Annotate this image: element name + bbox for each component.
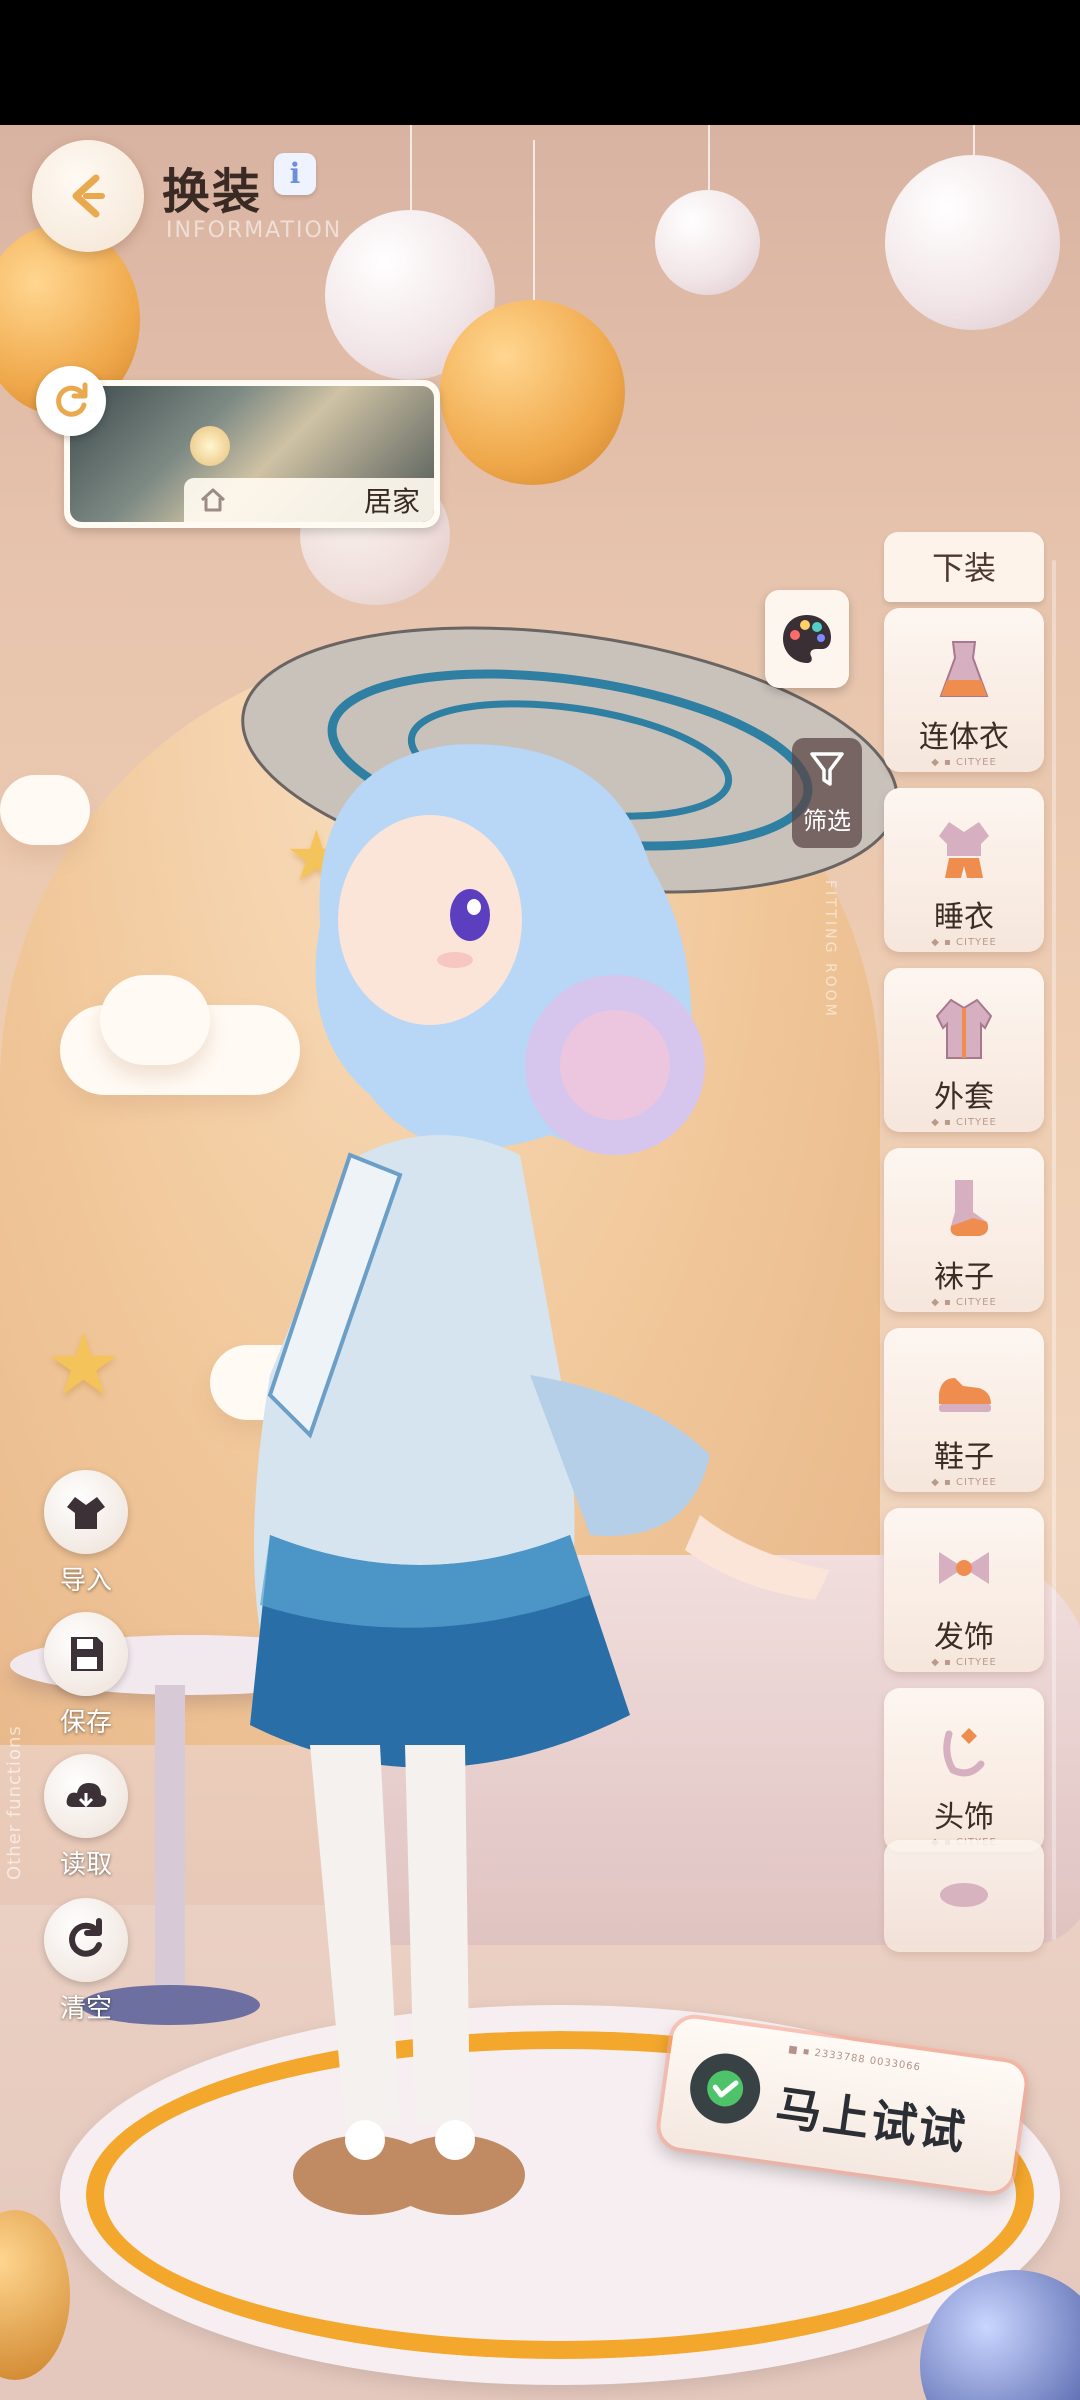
scene-selector-card[interactable]: 居家 bbox=[64, 380, 440, 528]
shoe-icon bbox=[939, 1378, 991, 1412]
other-functions-caption: Other functions bbox=[4, 1725, 25, 1880]
pajamas-icon bbox=[939, 822, 989, 878]
category-item-headwear[interactable]: 头饰 ◆ ▪ CITYEE bbox=[884, 1688, 1044, 1852]
import-label: 导入 bbox=[59, 1566, 112, 1596]
try-tag: ■ ▪ 2333788 0033066 bbox=[787, 2043, 922, 2074]
scene-label: 居家 bbox=[363, 485, 420, 518]
try-now-label: 马上试试 bbox=[772, 2080, 970, 2161]
category-label: 头饰 bbox=[934, 1800, 994, 1835]
coat-icon bbox=[935, 998, 993, 1059]
hanging-ball bbox=[440, 140, 625, 485]
scene-label-bar: 居家 bbox=[184, 478, 434, 522]
refresh-scene-button[interactable] bbox=[36, 366, 106, 436]
import-button[interactable]: 导入 bbox=[36, 1470, 136, 1597]
page-title: 换装 bbox=[162, 164, 263, 220]
filter-icon bbox=[810, 752, 844, 786]
category-tag: ◆ ▪ CITYEE bbox=[931, 1477, 997, 1488]
home-icon bbox=[200, 488, 226, 512]
load-icon bbox=[44, 1754, 128, 1838]
back-button[interactable] bbox=[32, 140, 144, 252]
cloud-decoration bbox=[100, 975, 210, 1065]
headwear-icon bbox=[943, 1728, 985, 1777]
clear-button[interactable]: 清空 bbox=[36, 1898, 136, 2025]
partial-icon bbox=[940, 1883, 988, 1907]
side-table-leg bbox=[155, 1685, 185, 2005]
category-item-socks[interactable]: 袜子 ◆ ▪ CITYEE bbox=[884, 1148, 1044, 1312]
load-button[interactable]: 读取 bbox=[36, 1754, 136, 1881]
color-palette-button[interactable] bbox=[765, 590, 849, 688]
category-label: 发饰 bbox=[934, 1620, 994, 1655]
check-icon bbox=[685, 2048, 765, 2129]
page-subtitle: INFORMATION bbox=[166, 218, 343, 243]
category-item-coat[interactable]: 外套 ◆ ▪ CITYEE bbox=[884, 968, 1044, 1132]
import-icon bbox=[44, 1470, 128, 1554]
category-label: 睡衣 bbox=[934, 900, 994, 935]
save-label: 保存 bbox=[59, 1708, 112, 1738]
category-label: 连体衣 bbox=[919, 720, 1009, 755]
clear-icon bbox=[44, 1898, 128, 1982]
clear-label: 清空 bbox=[59, 1994, 112, 2024]
category-tag: ◆ ▪ CITYEE bbox=[931, 1117, 997, 1128]
category-label: 鞋子 bbox=[934, 1440, 994, 1475]
category-tag: ◆ ▪ CITYEE bbox=[931, 757, 997, 768]
cloud-decoration bbox=[0, 775, 90, 845]
star-decoration: ★ bbox=[45, 1315, 123, 1415]
category-scrollbar[interactable] bbox=[1052, 560, 1056, 1940]
info-icon[interactable]: i bbox=[274, 153, 316, 195]
back-arrow-icon bbox=[72, 174, 105, 218]
filter-label: 筛选 bbox=[803, 807, 851, 835]
category-item-pajamas[interactable]: 睡衣 ◆ ▪ CITYEE bbox=[884, 788, 1044, 952]
sock-icon bbox=[950, 1180, 988, 1236]
category-label: 袜子 bbox=[934, 1260, 994, 1295]
category-header-bottoms[interactable]: 下装 bbox=[884, 532, 1044, 602]
load-label: 读取 bbox=[59, 1850, 112, 1880]
filter-button[interactable]: 筛选 bbox=[792, 738, 862, 848]
save-button[interactable]: 保存 bbox=[36, 1612, 136, 1739]
category-tag: ◆ ▪ CITYEE bbox=[931, 1657, 997, 1668]
category-tag: ◆ ▪ CITYEE bbox=[931, 1297, 997, 1308]
dress-icon bbox=[939, 641, 989, 697]
category-label: 外套 bbox=[934, 1080, 994, 1115]
category-item-partial[interactable] bbox=[884, 1840, 1044, 1952]
category-tag: ◆ ▪ CITYEE bbox=[931, 937, 997, 948]
status-bar bbox=[0, 0, 1080, 125]
category-item-onepiece[interactable]: 连体衣 ◆ ▪ CITYEE bbox=[884, 608, 1044, 772]
category-item-hair-accessories[interactable]: 发饰 ◆ ▪ CITYEE bbox=[884, 1508, 1044, 1672]
palette-icon bbox=[783, 615, 831, 663]
hanging-ball bbox=[885, 125, 1060, 330]
refresh-icon bbox=[56, 382, 88, 417]
hanging-ball bbox=[655, 125, 760, 295]
category-item-shoes[interactable]: 鞋子 ◆ ▪ CITYEE bbox=[884, 1328, 1044, 1492]
save-icon bbox=[44, 1612, 128, 1696]
hair-bow-icon bbox=[939, 1552, 989, 1584]
vertical-caption: FITTING ROOM bbox=[822, 880, 838, 1019]
